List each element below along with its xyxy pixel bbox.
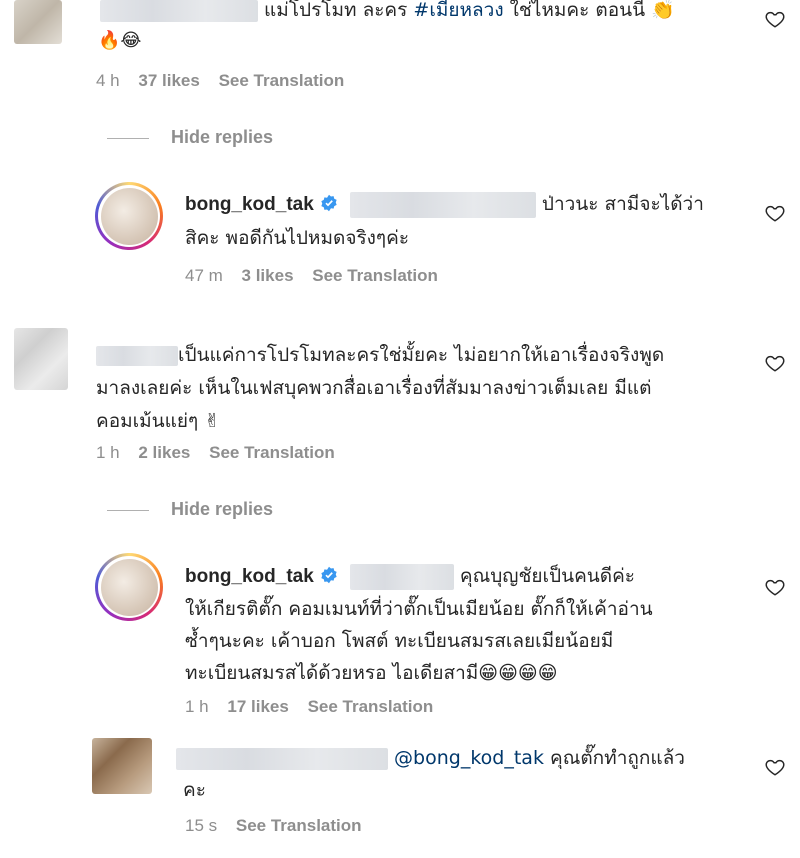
reply-text: bong_kod_tak ป่าวนะ สามีจะได้ว่า (185, 188, 704, 221)
blurred-mention (349, 563, 454, 590)
see-translation-link[interactable]: See Translation (219, 71, 345, 90)
timestamp: 15 s (185, 816, 218, 835)
reply-text-line4: ทะเบียนสมรสได้ด้วยหรอ ไอเดียสามี😁😁😁😁 (185, 662, 558, 684)
mention-link[interactable]: @bong_kod_tak (394, 747, 544, 769)
reply-text-part: คุณตั๊กทำถูกแล้ว (550, 747, 685, 769)
username-link[interactable]: bong_kod_tak (185, 194, 314, 215)
comment-text-line3: คอมเม้นแย่ๆ ✌ (96, 410, 221, 432)
hashtag-link[interactable]: #เมียหลวง (413, 0, 503, 21)
blurred-username (96, 345, 178, 366)
heart-icon[interactable] (764, 202, 786, 224)
likes-count[interactable]: 37 likes (138, 71, 199, 90)
hide-replies-label: Hide replies (171, 499, 274, 519)
timestamp: 1 h (185, 697, 209, 716)
comment-text: แม่โปรโมท ละคร #เมียหลวง ใช่ไหมคะ ตอนนี้… (100, 0, 675, 27)
avatar[interactable] (14, 0, 62, 44)
heart-icon[interactable] (764, 8, 786, 30)
timestamp: 4 h (96, 71, 120, 90)
reply-meta: 47 m 3 likes See Translation (185, 266, 452, 286)
divider (107, 509, 149, 511)
see-translation-link[interactable]: See Translation (209, 443, 335, 462)
reply-text: @bong_kod_tak คุณตั๊กทำถูกแล้ว (176, 742, 685, 775)
hide-replies-label: Hide replies (171, 127, 274, 147)
see-translation-link[interactable]: See Translation (308, 697, 434, 716)
divider (107, 137, 149, 139)
verified-badge-icon (321, 194, 337, 212)
blurred-username (100, 0, 258, 22)
comment-text-part: แม่โปรโมท ละคร (264, 0, 408, 21)
reply-text-part: คุณบุญชัยเป็นคนดีค่ะ (459, 565, 636, 587)
reply-text: bong_kod_tak คุณบุญชัยเป็นคนดีค่ะ (185, 560, 635, 593)
avatar-bong-kod-tak[interactable] (95, 553, 163, 621)
timestamp: 47 m (185, 266, 223, 285)
comment-text-line2: มาลงเลยค่ะ เห็นในเฟสบุคพวกสื่อเอาเรื่องท… (96, 377, 652, 399)
reply-meta: 1 h 17 likes See Translation (185, 697, 447, 717)
heart-icon[interactable] (764, 756, 786, 778)
avatar-image (100, 187, 158, 245)
see-translation-link[interactable]: See Translation (312, 266, 438, 285)
reply-text-line2: สิคะ พอดีกันไปหมดจริงๆค่ะ (185, 227, 410, 249)
comment-text: เป็นแค่การโปรโมทละครใช่มั้ยคะ ไม่อยากให้… (96, 339, 664, 372)
hide-replies-toggle[interactable]: Hide replies (107, 499, 273, 520)
reply-text-part: ป่าวนะ สามีจะได้ว่า (541, 193, 704, 215)
comment-meta: 1 h 2 likes See Translation (96, 443, 349, 463)
comment-text-line2: 🔥😂 (98, 30, 142, 51)
reply-text-line2: ให้เกียรติตั๊ก คอมเมนท์ที่ว่าตั๊กเป็นเมี… (185, 598, 653, 620)
blurred-mention (349, 191, 536, 218)
verified-badge-icon (321, 566, 337, 584)
avatar[interactable] (14, 328, 68, 390)
reply-text-line3: ซ้ำๆนะคะ เค้าบอก โพสต์ ทะเบียนสมรสเลยเมี… (185, 630, 614, 652)
avatar-bong-kod-tak[interactable] (95, 182, 163, 250)
likes-count[interactable]: 3 likes (242, 266, 294, 285)
heart-icon[interactable] (764, 352, 786, 374)
avatar[interactable] (92, 738, 152, 794)
see-translation-link[interactable]: See Translation (236, 816, 362, 835)
avatar-image (100, 558, 158, 616)
comment-text-part: ใช่ไหมคะ ตอนนี้ 👏 (509, 0, 675, 21)
blurred-username (176, 747, 388, 770)
reply-meta: 15 s See Translation (185, 816, 376, 836)
likes-count[interactable]: 17 likes (227, 697, 288, 716)
timestamp: 1 h (96, 443, 120, 462)
reply-text-line2: คะ (183, 779, 206, 801)
likes-count[interactable]: 2 likes (138, 443, 190, 462)
comment-text-part: เป็นแค่การโปรโมทละครใช่มั้ยคะ ไม่อยากให้… (178, 344, 665, 366)
heart-icon[interactable] (764, 576, 786, 598)
comment-meta: 4 h 37 likes See Translation (96, 71, 358, 91)
username-link[interactable]: bong_kod_tak (185, 566, 314, 587)
hide-replies-toggle[interactable]: Hide replies (107, 127, 273, 148)
